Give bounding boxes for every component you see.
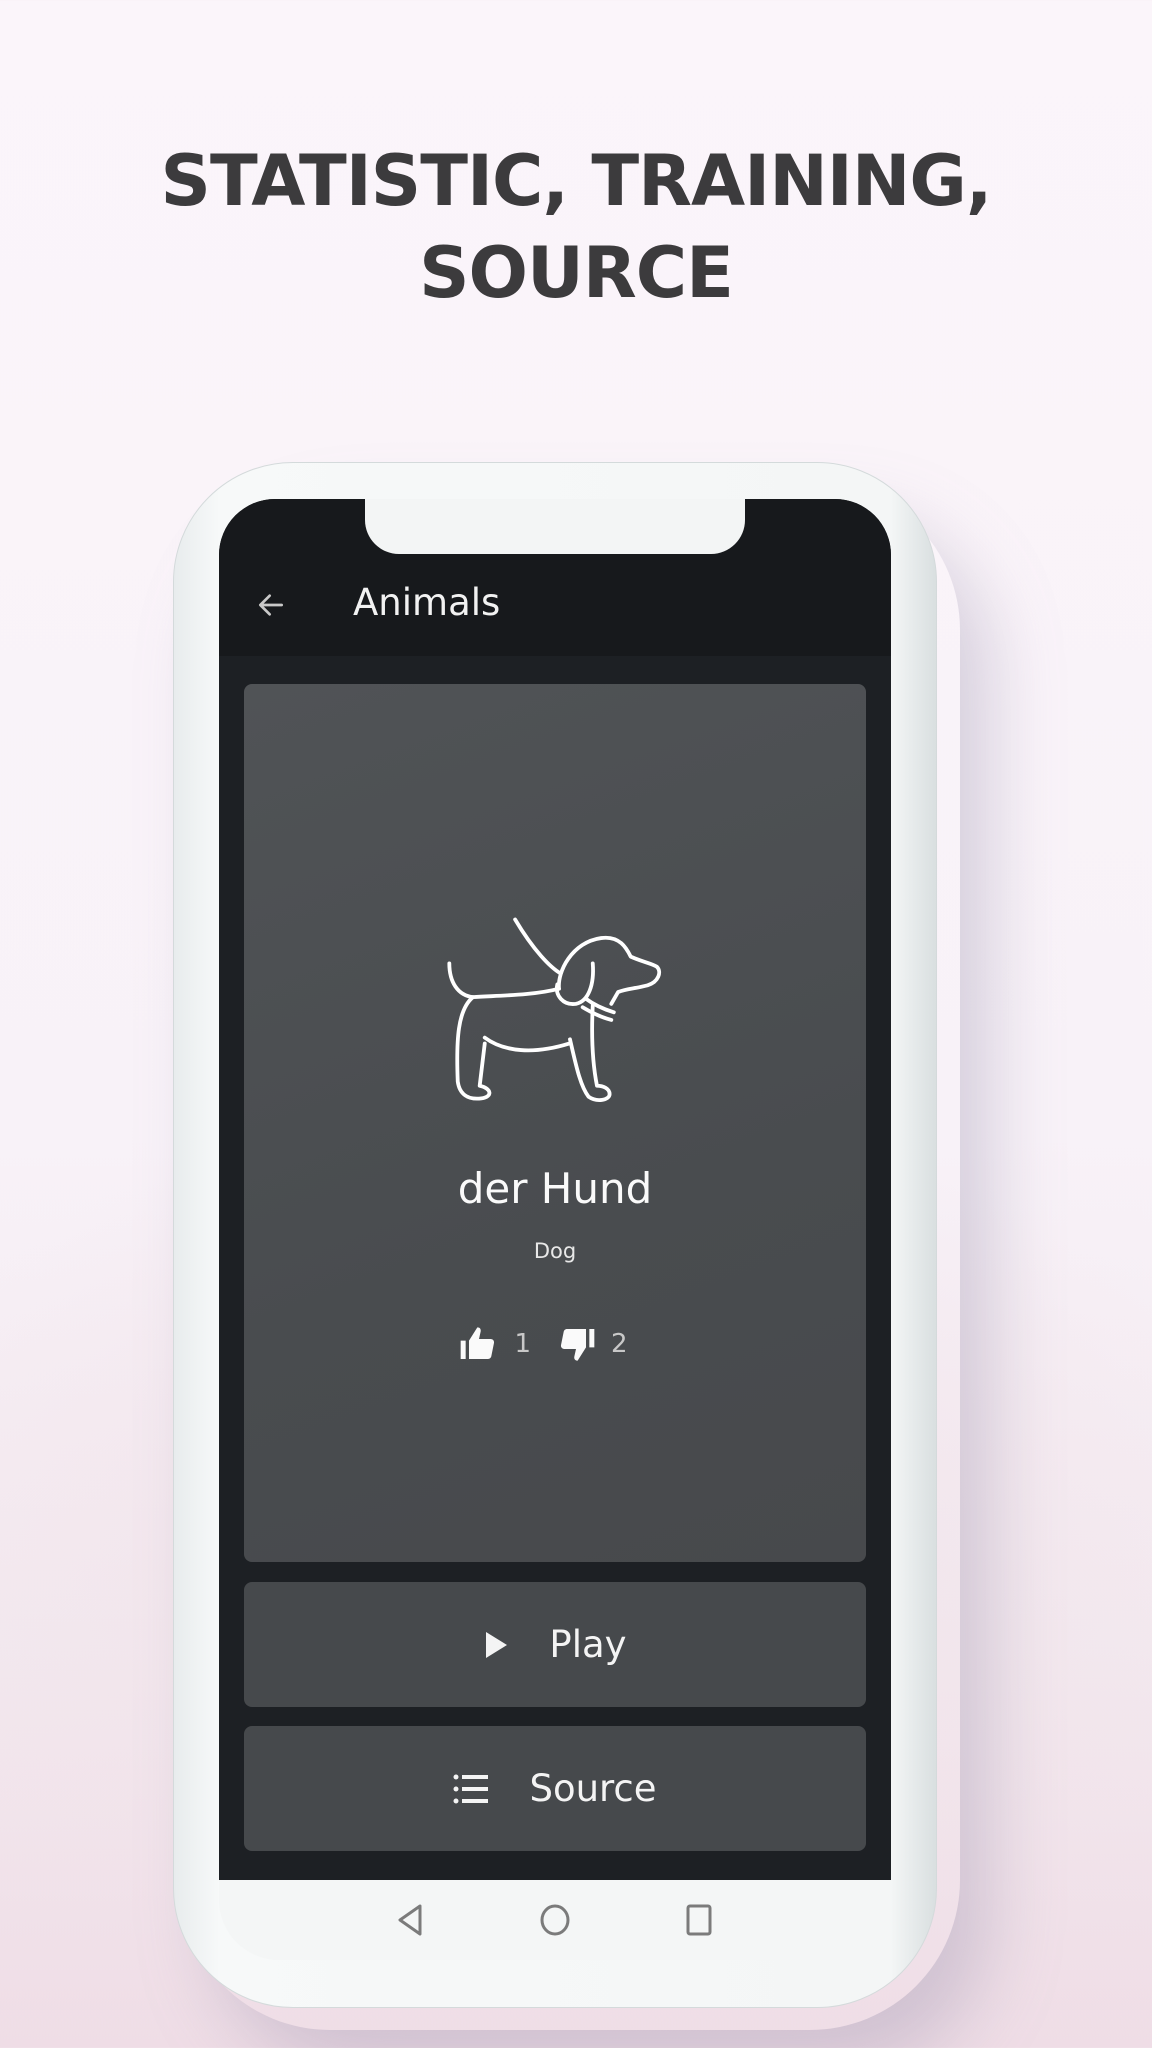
dislike-count: 2 bbox=[611, 1329, 628, 1359]
source-button[interactable]: Source bbox=[244, 1726, 866, 1851]
nav-home-icon bbox=[540, 1904, 570, 1936]
word-text: der Hund bbox=[457, 1164, 653, 1213]
dislike-stat[interactable]: 2 bbox=[555, 1324, 652, 1364]
phone-screen: Animals der Hund Dog 1 2 Play Source bbox=[219, 499, 891, 1880]
headline-line-2: SOURCE bbox=[419, 232, 734, 314]
system-nav-bar bbox=[219, 1880, 891, 1960]
back-button[interactable] bbox=[249, 583, 293, 627]
headline: STATISTIC, TRAINING, SOURCE bbox=[0, 135, 1152, 319]
like-count: 1 bbox=[514, 1329, 531, 1359]
nav-back-button[interactable] bbox=[389, 1898, 433, 1942]
translation-text: Dog bbox=[533, 1239, 577, 1263]
play-button[interactable]: Play bbox=[244, 1582, 866, 1707]
play-label: Play bbox=[549, 1623, 627, 1666]
nav-recents-icon bbox=[686, 1904, 712, 1936]
thumbs-up-icon bbox=[461, 1327, 495, 1359]
word-card[interactable]: der Hund Dog 1 2 bbox=[244, 684, 866, 1562]
source-label: Source bbox=[529, 1767, 657, 1810]
like-stat[interactable]: 1 bbox=[458, 1324, 555, 1364]
content-area: der Hund Dog 1 2 Play Source bbox=[219, 656, 891, 1880]
dog-on-leash-icon bbox=[447, 917, 662, 1102]
nav-back-icon bbox=[398, 1904, 422, 1936]
vote-stats: 1 2 bbox=[244, 1324, 866, 1364]
arrow-left-icon bbox=[259, 594, 283, 616]
list-icon bbox=[453, 1774, 489, 1803]
headline-line-1: STATISTIC, TRAINING, bbox=[160, 140, 993, 222]
nav-recents-button[interactable] bbox=[677, 1898, 721, 1942]
phone-notch bbox=[365, 499, 745, 554]
nav-home-button[interactable] bbox=[533, 1898, 577, 1942]
play-icon bbox=[486, 1631, 508, 1658]
screen-title: Animals bbox=[353, 581, 501, 624]
thumbs-down-icon bbox=[560, 1329, 595, 1361]
